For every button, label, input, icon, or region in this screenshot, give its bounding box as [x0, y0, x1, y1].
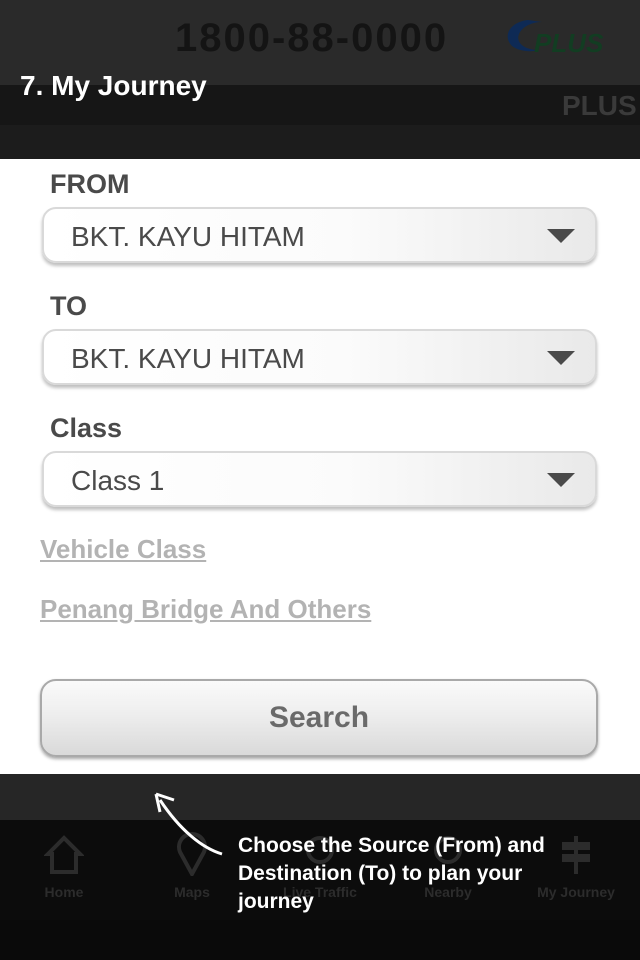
to-select[interactable]: BKT. KAYU HITAM [42, 329, 597, 385]
brand-text: PLUS [534, 28, 604, 58]
from-select-value: BKT. KAYU HITAM [71, 221, 305, 252]
chevron-down-icon [547, 351, 575, 365]
chevron-down-icon [547, 473, 575, 487]
tab-label: Maps [174, 884, 210, 900]
class-select[interactable]: Class 1 [42, 451, 597, 507]
search-button[interactable]: Search [40, 679, 598, 757]
to-select-value: BKT. KAYU HITAM [71, 343, 305, 374]
chevron-down-icon [547, 229, 575, 243]
overlay-band [0, 774, 640, 820]
app-header: 1800-88-0000 PLUS PLUS [0, 0, 640, 125]
to-label: TO [50, 291, 88, 321]
tab-home[interactable]: Home [0, 820, 128, 920]
journey-form: FROM BKT. KAYU HITAM TO BKT. KAYU HITAM … [0, 159, 640, 774]
from-select[interactable]: BKT. KAYU HITAM [42, 207, 597, 263]
tutorial-instruction: Choose the Source (From) and Destination… [238, 834, 545, 913]
search-button-label: Search [268, 701, 370, 734]
penang-bridge-link[interactable]: Penang Bridge And Others [40, 594, 371, 625]
class-label: Class [50, 413, 123, 443]
home-icon [43, 832, 85, 876]
from-label: FROM [50, 169, 130, 199]
vehicle-class-link[interactable]: Vehicle Class [40, 534, 206, 565]
tutorial-step-title: 7. My Journey [20, 70, 207, 101]
callout-arrow-icon [150, 790, 240, 860]
footer-band [0, 920, 640, 960]
overlay-band [0, 125, 640, 159]
hotline-number[interactable]: 1800-88-0000 [175, 16, 448, 61]
brand-subtitle: PLUS [562, 90, 637, 121]
class-select-value: Class 1 [71, 465, 165, 496]
plus-logo: PLUS [498, 12, 610, 58]
tab-label: Home [44, 884, 84, 900]
